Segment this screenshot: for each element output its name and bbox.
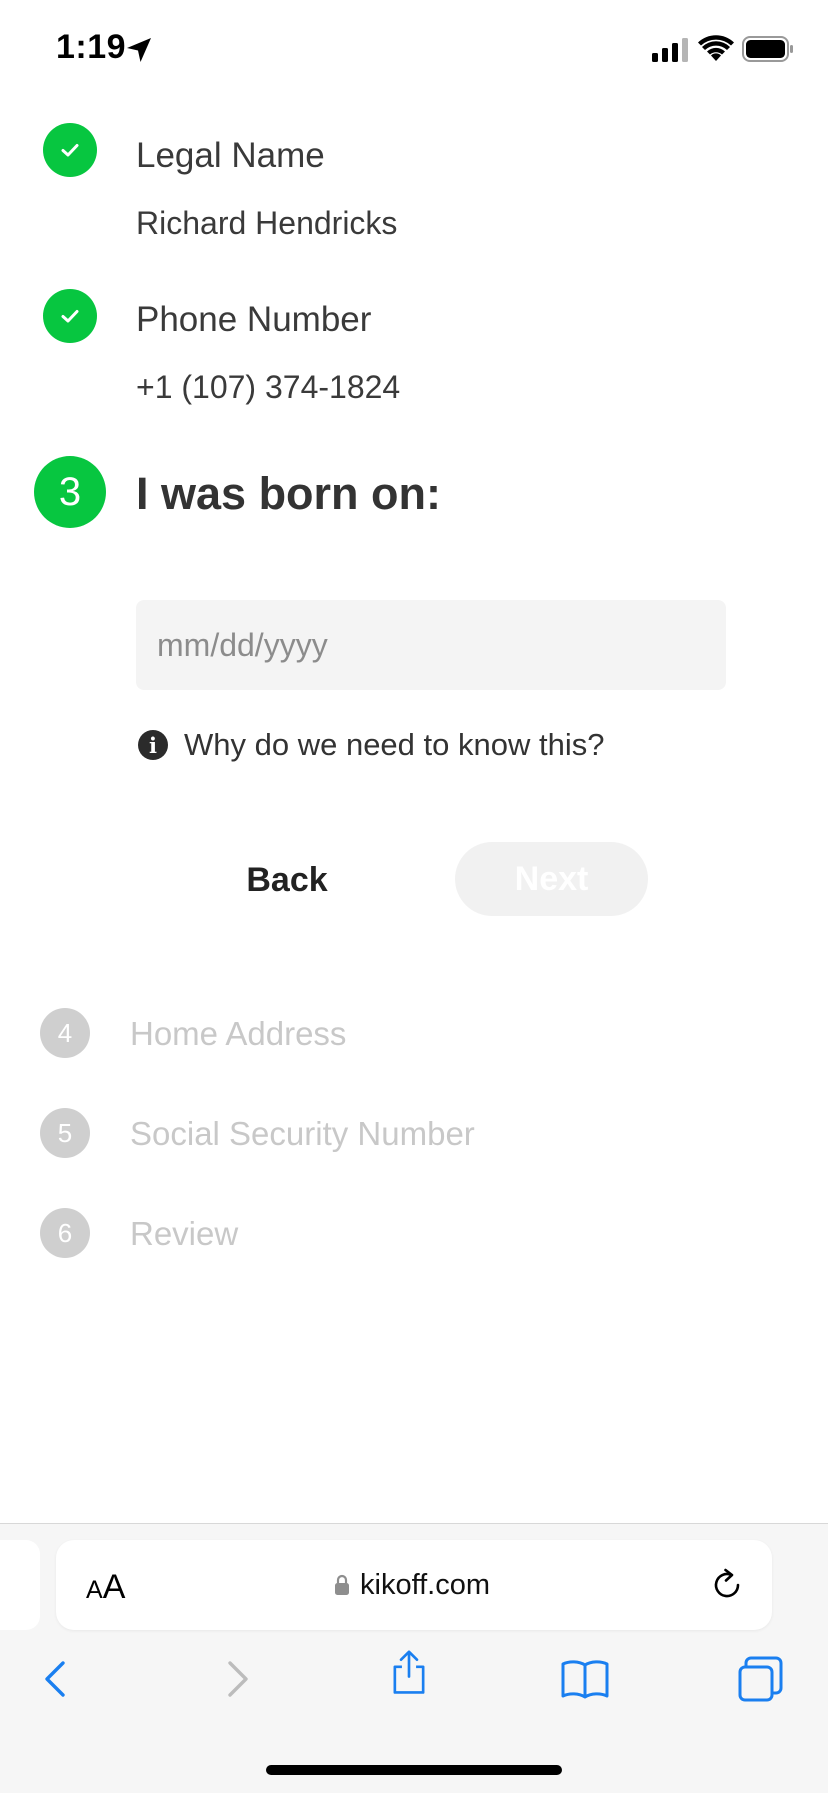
reload-icon[interactable] xyxy=(708,1566,746,1604)
battery-icon xyxy=(742,36,793,62)
step-title-phone-number: Phone Number xyxy=(136,300,372,339)
home-indicator[interactable] xyxy=(266,1765,562,1775)
step-number-badge: 5 xyxy=(40,1108,90,1158)
url-text: kikoff.com xyxy=(360,1568,491,1601)
checkmark-icon xyxy=(61,310,79,323)
url-display[interactable]: kikoff.com xyxy=(334,1566,490,1604)
forward-icon[interactable] xyxy=(213,1656,259,1702)
back-icon[interactable] xyxy=(34,1656,80,1702)
birth-date-input[interactable] xyxy=(136,600,726,690)
next-button[interactable]: Next xyxy=(455,842,648,916)
step-complete-icon xyxy=(43,289,97,343)
step-title-legal-name: Legal Name xyxy=(136,136,325,175)
step-number-badge: 6 xyxy=(40,1208,90,1258)
step-complete-icon xyxy=(43,123,97,177)
lock-icon xyxy=(335,1574,349,1595)
wifi-icon xyxy=(698,35,734,61)
step-value-phone-number: +1 (107) 374-1824 xyxy=(136,369,401,405)
why-info-text: Why do we need to know this? xyxy=(184,727,605,762)
step-title-social-security-number: Social Security Number xyxy=(130,1115,475,1152)
info-icon: i xyxy=(138,730,168,760)
step-title-home-address: Home Address xyxy=(130,1015,347,1052)
step-value-legal-name: Richard Hendricks xyxy=(136,205,398,241)
step-number-badge: 3 xyxy=(34,456,106,528)
back-button[interactable]: Back xyxy=(218,842,356,918)
step-number-badge: 4 xyxy=(40,1008,90,1058)
why-info-link[interactable]: i Why do we need to know this? xyxy=(138,727,605,762)
previous-tab-preview[interactable] xyxy=(0,1540,40,1630)
text-size-button[interactable]: AA xyxy=(86,1568,125,1607)
bookmarks-icon[interactable] xyxy=(560,1656,610,1702)
share-icon[interactable] xyxy=(386,1650,432,1696)
step-title-birth-date: I was born on: xyxy=(136,468,442,519)
text-size-small-a: A xyxy=(86,1576,103,1604)
location-arrow-icon xyxy=(127,38,151,62)
step-title-review: Review xyxy=(130,1215,239,1252)
checkmark-icon xyxy=(61,144,79,157)
tabs-icon[interactable] xyxy=(736,1654,786,1704)
status-time: 1:19 xyxy=(56,28,127,66)
text-size-large-a: A xyxy=(102,1568,126,1606)
cellular-signal-icon xyxy=(652,38,688,62)
